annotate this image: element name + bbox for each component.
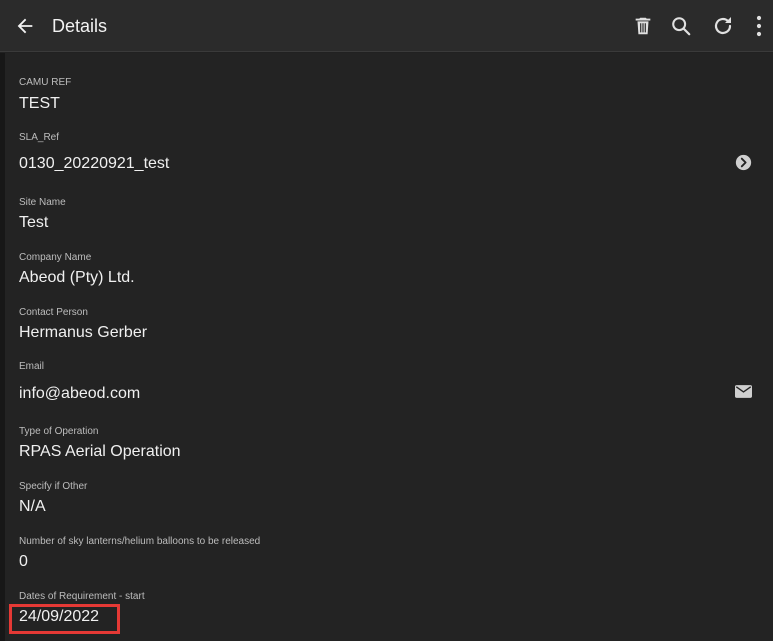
refresh-icon [714,17,732,35]
field-sky-lanterns: Number of sky lanterns/helium balloons t… [19,536,759,576]
more-options-button[interactable] [747,10,771,42]
field-value: RPAS Aerial Operation [19,443,181,460]
field-value: TEST [19,95,60,112]
field-label: Specify if Other [19,481,88,492]
field-label: SLA_Ref [19,132,60,143]
field-camu-ref: CAMU REF TEST [19,77,759,117]
details-content[interactable]: CAMU REF TEST SLA_Ref 0130_20220921_test… [5,53,773,641]
field-label: CAMU REF [19,77,72,88]
search-button[interactable] [665,10,697,42]
top-app-bar: Details [0,0,773,52]
field-value: Test [19,214,49,231]
field-type-of-operation: Type of Operation RPAS Aerial Operation [19,426,759,466]
field-label: Dates of Requirement - start [19,591,145,602]
field-label: Email [19,361,45,372]
mail-icon [734,384,752,398]
back-button[interactable] [9,10,41,42]
trash-icon [635,17,651,35]
page-title: Details [52,16,108,36]
field-email[interactable]: Email info@abeod.com [19,361,759,409]
field-label: Company Name [19,252,92,263]
field-label: Number of sky lanterns/helium balloons t… [19,536,261,547]
delete-button[interactable] [627,10,659,42]
field-label: Site Name [19,197,66,208]
field-contact-person: Contact Person Hermanus Gerber [19,307,759,347]
field-value: Abeod (Pty) Ltd. [19,269,135,286]
field-value: 0130_20220921_test [19,155,170,172]
field-sla-ref[interactable]: SLA_Ref 0130_20220921_test [19,132,759,180]
field-value: info@abeod.com [19,385,141,402]
chevron-right-circle-icon [735,154,751,170]
field-label: Contact Person [19,307,88,318]
refresh-button[interactable] [707,10,739,42]
details-screen: Details CAMU REF TEST SLA_Ref 0130_20220… [0,0,773,641]
field-label: Type of Operation [19,426,99,437]
field-value: Hermanus Gerber [19,324,148,341]
open-sla-ref-button[interactable] [733,152,753,172]
field-site-name: Site Name Test [19,197,759,237]
field-value: N/A [19,498,46,515]
arrow-left-icon [17,18,33,34]
send-email-button[interactable] [733,381,753,401]
field-company-name: Company Name Abeod (Pty) Ltd. [19,252,759,292]
field-dates-start[interactable]: Dates of Requirement - start 24/09/2022 [19,591,759,637]
field-specify-if-other: Specify if Other N/A [19,481,759,521]
field-value[interactable]: 24/09/2022 [19,607,99,627]
search-icon [672,17,691,36]
more-vertical-icon [756,15,762,37]
field-value: 0 [19,553,28,570]
